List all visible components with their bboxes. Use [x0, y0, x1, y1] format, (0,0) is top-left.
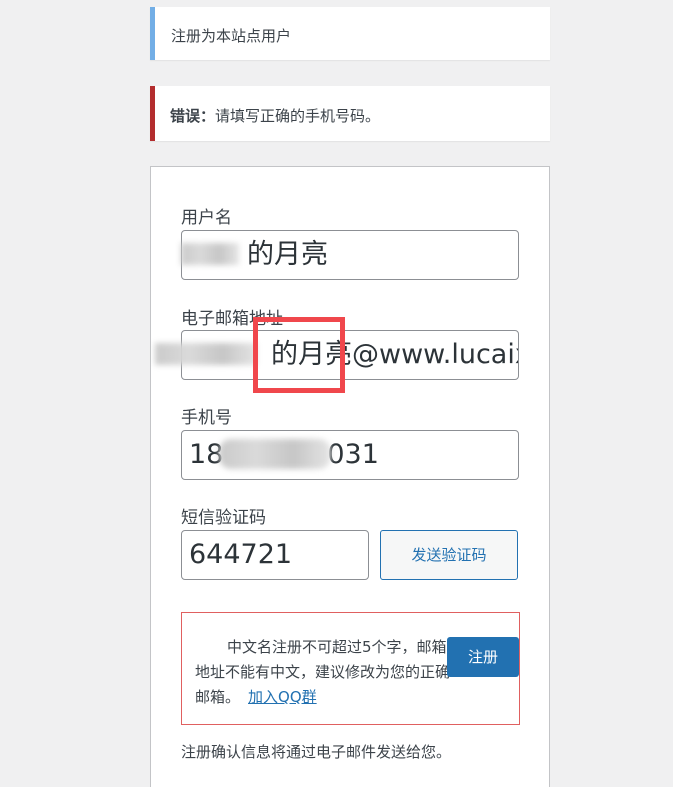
register-button[interactable]: 注册: [447, 637, 519, 677]
sms-code-input[interactable]: 644721: [181, 530, 369, 580]
sms-code-value: 644721: [189, 539, 293, 570]
tip-message: 中文名注册不可超过5个字，邮箱地址不能有中文，建议修改为您的正确邮箱。: [195, 638, 451, 706]
register-form: 用户名 的月亮 电子邮箱地址 的月亮@www.lucaix 手机号 18 031 …: [150, 166, 550, 787]
phone-redaction: [219, 439, 331, 469]
tip-text: 中文名注册不可超过5个字，邮箱地址不能有中文，建议修改为您的正确邮箱。 加入QQ群: [195, 635, 451, 710]
confirmation-text: 注册确认信息将通过电子邮件发送给您。: [181, 743, 452, 761]
join-qq-group-link[interactable]: 加入QQ群: [248, 688, 317, 706]
send-code-button[interactable]: 发送验证码: [380, 530, 518, 580]
username-label: 用户名: [181, 208, 232, 228]
info-notice: 注册为本站点用户: [150, 7, 550, 60]
email-highlight-box: [253, 317, 345, 393]
username-value: 的月亮: [247, 239, 328, 270]
error-prefix: 错误：: [170, 107, 216, 125]
error-notice: 错误：请填写正确的手机号码。: [150, 86, 550, 141]
info-notice-text: 注册为本站点用户: [171, 27, 292, 45]
phone-suffix: 031: [327, 439, 379, 470]
registration-page: 注册为本站点用户 错误：请填写正确的手机号码。 用户名 的月亮 电子邮箱地址 的…: [0, 0, 673, 787]
phone-label: 手机号: [181, 408, 232, 428]
tip-box: 中文名注册不可超过5个字，邮箱地址不能有中文，建议修改为您的正确邮箱。 加入QQ群…: [181, 612, 520, 725]
username-redaction: [181, 243, 239, 265]
email-redaction: [155, 343, 257, 365]
sms-code-label: 短信验证码: [181, 508, 266, 528]
error-message: 请填写正确的手机号码。: [215, 107, 381, 125]
